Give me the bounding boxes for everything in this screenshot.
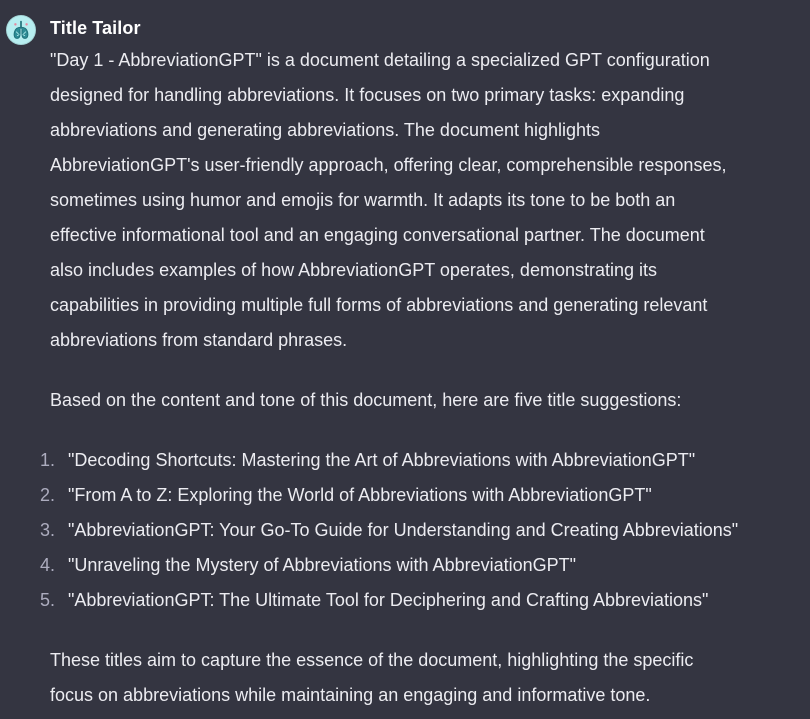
summary-line: also includes examples of how Abbreviati… [50,260,657,280]
list-item: 3. "AbbreviationGPT: Your Go-To Guide fo… [30,513,738,548]
list-number: 5. [39,590,55,610]
list-item: 2. "From A to Z: Exploring the World of … [30,478,738,513]
title-suggestions-list: 1. "Decoding Shortcuts: Mastering the Ar… [30,443,738,618]
gpt-avatar[interactable] [6,15,36,45]
title-suggestion: "AbbreviationGPT: The Ultimate Tool for … [68,590,709,610]
closing-line: These titles aim to capture the essence … [50,650,694,670]
assistant-message: Title Tailor "Day 1 - AbbreviationGPT" i… [0,0,810,719]
list-item: 4. "Unraveling the Mystery of Abbreviati… [30,548,738,583]
title-suggestion: "Decoding Shortcuts: Mastering the Art o… [68,450,696,470]
brain-lungs-icon [7,16,35,44]
title-suggestion: "From A to Z: Exploring the World of Abb… [68,485,652,505]
summary-line: effective informational tool and an enga… [50,225,705,245]
list-item: 5. "AbbreviationGPT: The Ultimate Tool f… [30,583,738,618]
summary-line: abbreviations from standard phrases. [50,330,348,350]
list-number: 1. [39,450,55,470]
summary-line: "Day 1 - AbbreviationGPT" is a document … [50,50,710,70]
closing-paragraph: These titles aim to capture the essence … [50,643,693,713]
intro-paragraph: Based on the content and tone of this do… [50,390,682,410]
summary-line: abbreviations and generating abbreviatio… [50,120,601,140]
summary-paragraph: "Day 1 - AbbreviationGPT" is a document … [50,43,726,358]
list-item: 1. "Decoding Shortcuts: Mastering the Ar… [30,443,738,478]
list-number: 2. [39,485,55,505]
summary-line: AbbreviationGPT's user-friendly approach… [50,155,727,175]
list-number: 4. [39,555,55,575]
list-number: 3. [39,520,55,540]
closing-line: focus on abbreviations while maintaining… [50,685,651,705]
author-name: Title Tailor [50,18,141,38]
summary-line: sometimes using humor and emojis for war… [50,190,676,210]
title-suggestion: "AbbreviationGPT: Your Go-To Guide for U… [68,520,739,540]
title-suggestion: "Unraveling the Mystery of Abbreviations… [68,555,577,575]
summary-line: capabilities in providing multiple full … [50,295,708,315]
summary-line: designed for handling abbreviations. It … [50,85,685,105]
